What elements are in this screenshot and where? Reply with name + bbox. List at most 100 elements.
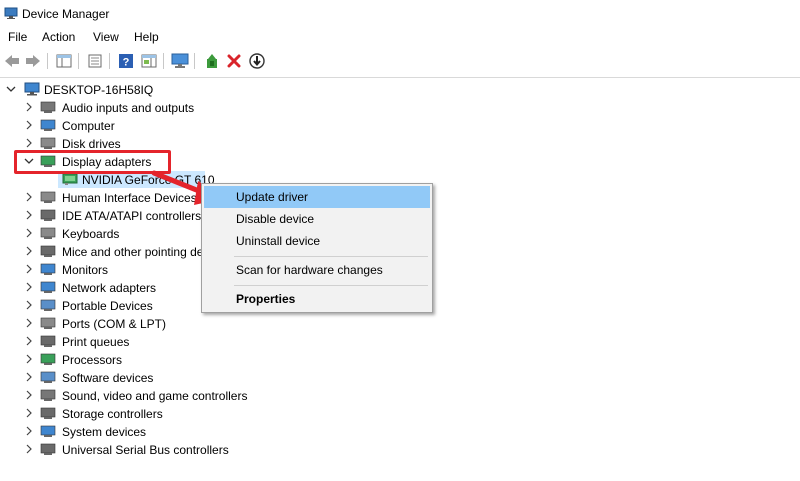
chevron-right-icon[interactable]	[24, 102, 34, 112]
title-bar: Device Manager	[0, 0, 800, 28]
toolbar-separator	[47, 53, 48, 69]
processor-icon	[40, 353, 56, 365]
uninstall-icon[interactable]	[225, 52, 243, 70]
tree-item-label: Network adapters	[62, 281, 157, 295]
software-device-icon	[40, 371, 56, 383]
menu-item-label: Uninstall device	[236, 234, 321, 248]
menu-view[interactable]: View	[93, 30, 119, 44]
menu-action[interactable]: Action	[42, 30, 75, 44]
chevron-right-icon[interactable]	[24, 300, 34, 310]
disk-drive-icon	[40, 137, 56, 149]
toolbar-separator	[163, 53, 164, 69]
chevron-right-icon[interactable]	[24, 408, 34, 418]
tree-item-label: Print queues	[62, 335, 130, 349]
usb-icon	[40, 443, 56, 455]
storage-controller-icon	[40, 407, 56, 419]
tree-item-label: Keyboards	[62, 227, 120, 241]
menu-item-label: Update driver	[236, 190, 309, 204]
tree-item-label: Audio inputs and outputs	[62, 101, 195, 115]
toolbar-separator	[78, 53, 79, 69]
menu-bar: File Action View Help	[0, 28, 800, 48]
tree-item[interactable]: Audio inputs and outputs	[0, 98, 260, 116]
action-pane-icon[interactable]	[140, 52, 158, 70]
chevron-right-icon[interactable]	[24, 282, 34, 292]
chevron-right-icon[interactable]	[24, 138, 34, 148]
chevron-right-icon[interactable]	[24, 228, 34, 238]
tree-item[interactable]: Storage controllers	[0, 404, 260, 422]
printer-icon	[40, 335, 56, 347]
tree-item[interactable]: Print queues	[0, 332, 260, 350]
toolbar-separator	[109, 53, 110, 69]
tree-item-label: Ports (COM & LPT)	[62, 317, 167, 331]
menu-item-disable-device[interactable]: Disable device	[204, 208, 430, 230]
menu-item-uninstall-device[interactable]: Uninstall device	[204, 230, 430, 252]
tree-item[interactable]: Ports (COM & LPT)	[0, 314, 260, 332]
show-hide-console-tree-icon[interactable]	[55, 52, 73, 70]
menu-file[interactable]: File	[8, 30, 27, 44]
chevron-down-icon[interactable]	[6, 84, 16, 94]
tree-item[interactable]: Software devices	[0, 368, 260, 386]
forward-icon[interactable]	[24, 52, 42, 70]
tree-item-label: System devices	[62, 425, 147, 439]
chevron-right-icon[interactable]	[24, 192, 34, 202]
chevron-right-icon[interactable]	[24, 372, 34, 382]
device-manager-icon	[4, 7, 18, 19]
chevron-right-icon[interactable]	[24, 426, 34, 436]
menu-item-label: Disable device	[236, 212, 315, 226]
chevron-right-icon[interactable]	[24, 354, 34, 364]
display-adapter-icon	[62, 173, 78, 185]
chevron-right-icon[interactable]	[24, 336, 34, 346]
speaker-icon	[40, 101, 56, 113]
update-driver-icon[interactable]	[203, 52, 221, 70]
tree-item-label: Software devices	[62, 371, 154, 385]
chevron-right-icon[interactable]	[24, 318, 34, 328]
help-icon[interactable]: ?	[117, 52, 135, 70]
menu-item-label: Scan for hardware changes	[236, 263, 383, 277]
tree-item-label: Monitors	[62, 263, 109, 277]
chevron-right-icon[interactable]	[24, 444, 34, 454]
tree-item[interactable]: Computer	[0, 116, 260, 134]
chevron-right-icon[interactable]	[24, 390, 34, 400]
tree-item-label: Sound, video and game controllers	[62, 389, 248, 403]
properties-icon[interactable]	[86, 52, 104, 70]
enable-device-icon[interactable]	[248, 52, 266, 70]
chevron-right-icon[interactable]	[24, 210, 34, 220]
hid-icon	[40, 191, 56, 203]
tree-item-label: Processors	[62, 353, 123, 367]
network-adapter-icon	[40, 281, 56, 293]
chevron-right-icon[interactable]	[24, 264, 34, 274]
tree-root[interactable]: DESKTOP-16H58IQ	[0, 80, 300, 98]
tree-item[interactable]: System devices	[0, 422, 260, 440]
computer-icon	[40, 119, 56, 131]
tree-item-label: Storage controllers	[62, 407, 163, 421]
chevron-right-icon[interactable]	[24, 120, 34, 130]
toolbar-separator	[194, 53, 195, 69]
menu-help[interactable]: Help	[134, 30, 159, 44]
menu-item-properties[interactable]: Properties	[204, 288, 430, 310]
menu-separator	[234, 256, 428, 257]
system-device-icon	[40, 425, 56, 437]
monitor-icon	[40, 263, 56, 275]
toolbar: ?	[0, 48, 800, 74]
menu-item-label: Properties	[236, 292, 296, 306]
back-icon[interactable]	[3, 52, 21, 70]
menu-item-scan-hardware[interactable]: Scan for hardware changes	[204, 259, 430, 281]
annotation-highlight-box	[14, 150, 171, 174]
tree-item-label: IDE ATA/ATAPI controllers	[62, 209, 202, 223]
keyboard-icon	[40, 227, 56, 239]
monitor-icon[interactable]	[171, 52, 189, 70]
menu-separator	[234, 285, 428, 286]
tree-item-label: Computer	[62, 119, 115, 133]
tree-item[interactable]: Processors	[0, 350, 260, 368]
svg-text:?: ?	[123, 57, 130, 69]
portable-device-icon	[40, 299, 56, 311]
computer-icon	[24, 82, 40, 96]
chevron-right-icon[interactable]	[24, 246, 34, 256]
sound-icon	[40, 389, 56, 401]
mouse-icon	[40, 245, 56, 257]
tree-item-label: Portable Devices	[62, 299, 153, 313]
tree-item-label: Universal Serial Bus controllers	[62, 443, 229, 457]
tree-item[interactable]: Sound, video and game controllers	[0, 386, 260, 404]
menu-item-update-driver[interactable]: Update driver	[204, 186, 430, 208]
tree-item[interactable]: Universal Serial Bus controllers	[0, 440, 260, 458]
